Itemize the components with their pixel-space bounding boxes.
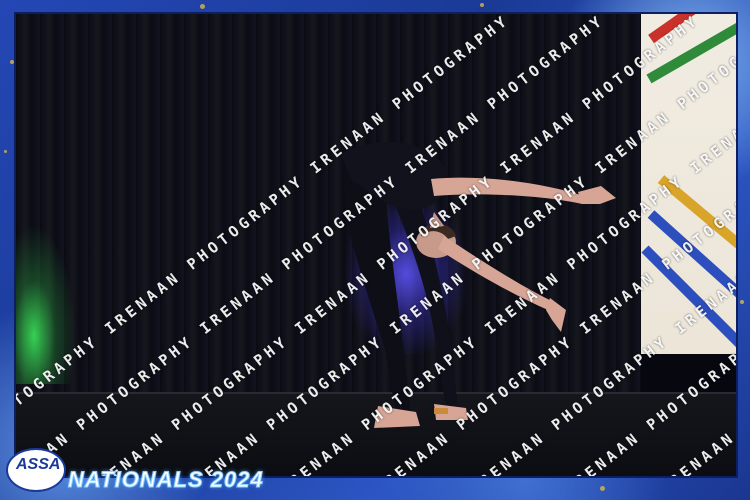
performance-photo: IRENAAN PHOTOGRAPHY IRENAAN PHOTOGRAPHY … xyxy=(16,14,736,476)
frame-decoration xyxy=(600,486,605,491)
logo-label: ASSA xyxy=(16,456,61,473)
frame-decoration xyxy=(200,4,205,9)
assa-logo: ASSA xyxy=(6,448,66,492)
event-banner xyxy=(641,14,736,354)
frame-decoration xyxy=(740,300,744,304)
green-stage-light xyxy=(16,224,76,384)
dancer-figure xyxy=(341,142,616,428)
frame-decoration xyxy=(4,150,7,153)
frame-decoration xyxy=(10,60,14,64)
event-title: NATIONALS 2024 xyxy=(68,467,264,493)
frame-decoration xyxy=(480,3,484,7)
